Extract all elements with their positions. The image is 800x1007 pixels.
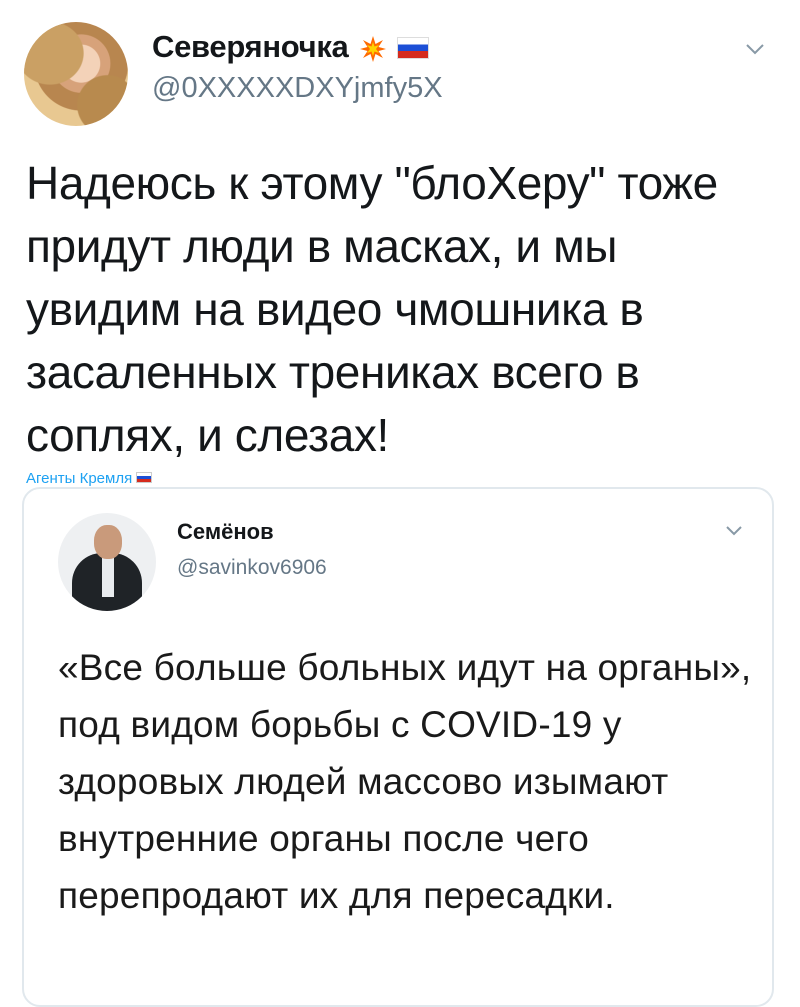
chevron-down-icon[interactable] [724, 521, 744, 541]
collision-icon [359, 35, 386, 62]
quoted-author-display-name[interactable]: Семёнов [177, 517, 327, 547]
author-name-text[interactable]: Северяночка [152, 29, 349, 64]
quoted-author-handle[interactable]: @savinkov6906 [177, 553, 327, 583]
source-label[interactable]: Агенты Кремля [26, 470, 132, 487]
quoted-author-avatar[interactable] [58, 513, 156, 611]
author-display-name[interactable]: Северяночка [152, 28, 443, 68]
name-badges [359, 30, 430, 68]
russian-flag-icon [136, 472, 153, 483]
author-avatar[interactable] [24, 22, 128, 126]
tweet-text: Надеюсь к этому "блоХеру" тоже придут лю… [26, 157, 718, 461]
quoted-author-block: Семёнов @savinkov6906 [177, 517, 327, 583]
tweet-header: Северяночка @0XXXXXDXYjmfy5X [22, 20, 778, 130]
author-block: Северяночка @0XXXXXDXYjmfy5X [152, 28, 443, 108]
avatar-image [24, 22, 128, 126]
avatar-image-head [94, 525, 122, 559]
russian-flag-icon [397, 36, 430, 59]
avatar-image-detail [102, 557, 114, 597]
chevron-down-icon[interactable] [744, 38, 766, 60]
author-handle[interactable]: @0XXXXXDXYjmfy5X [152, 68, 443, 108]
quoted-tweet-text: «Все больше больных идут на органы», под… [58, 647, 752, 916]
tweet-source[interactable]: Агенты Кремля [26, 470, 153, 487]
quoted-tweet-card[interactable]: Семёнов @savinkov6906 «Все больше больны… [22, 487, 774, 1007]
